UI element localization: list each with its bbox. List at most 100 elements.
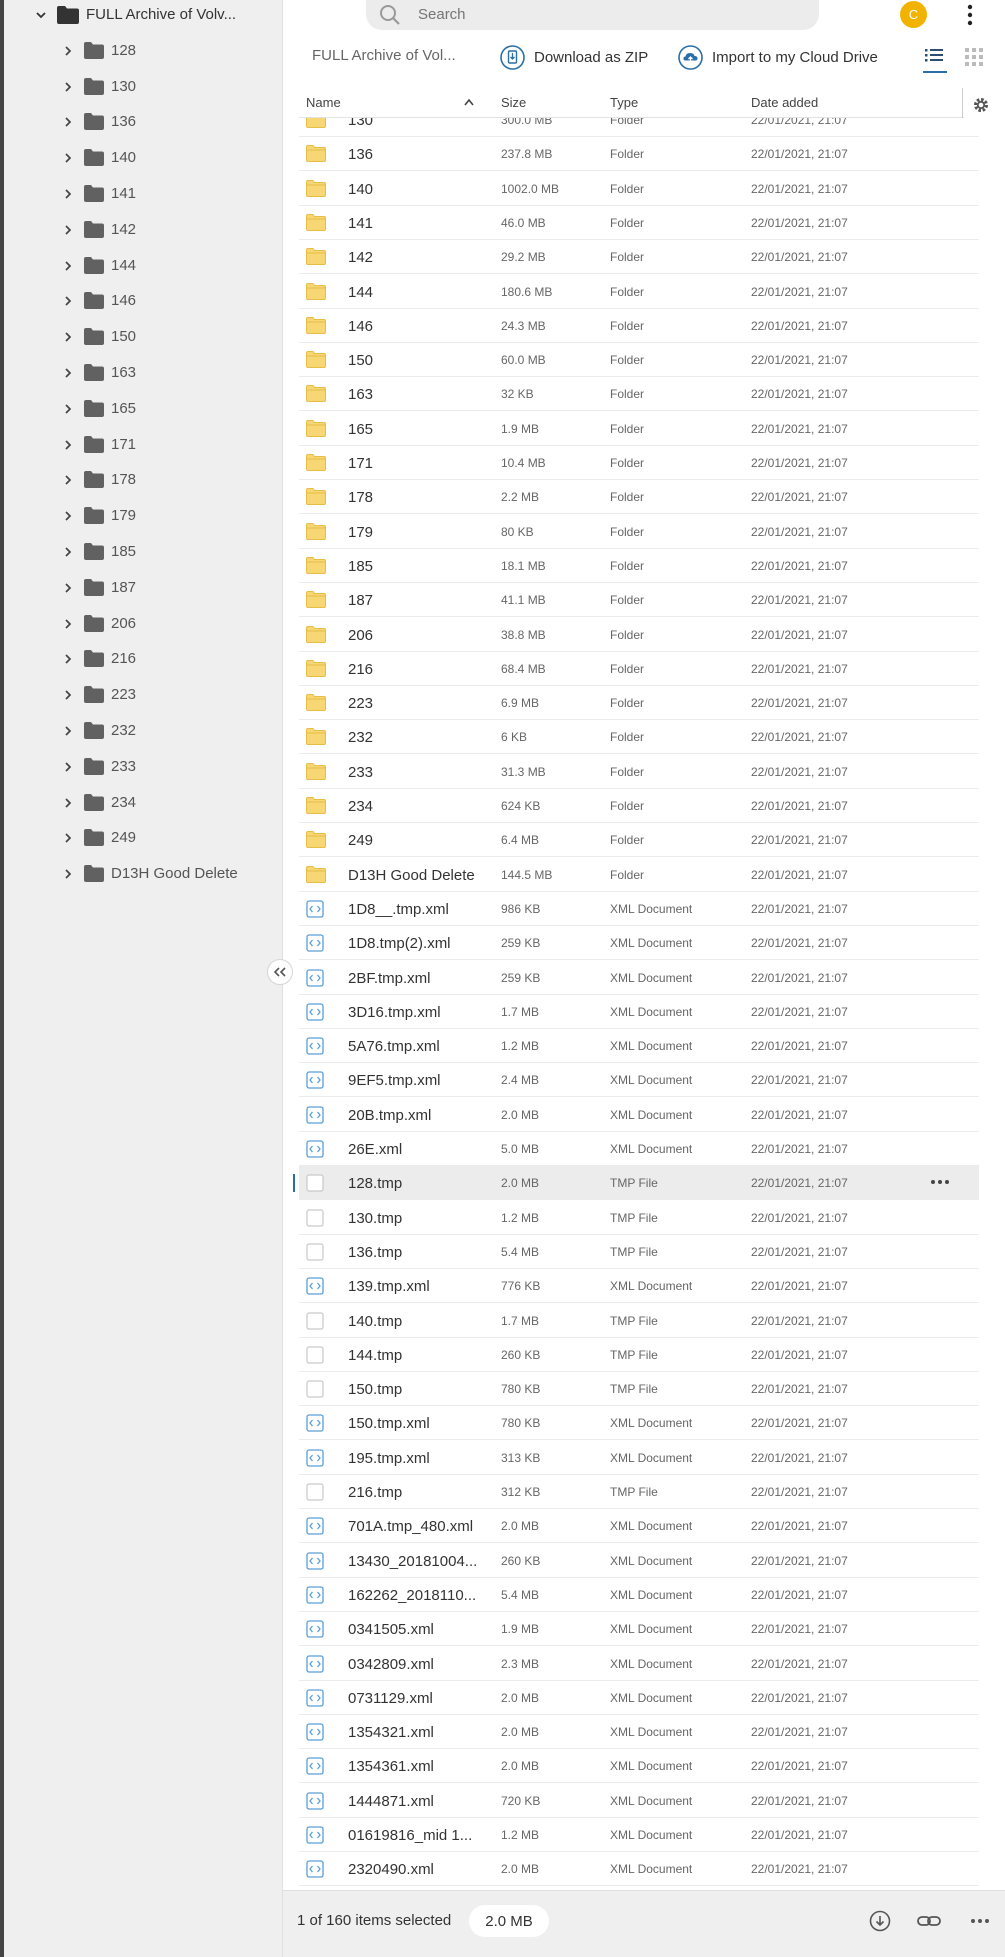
row-type: XML Document xyxy=(610,1039,693,1054)
table-row[interactable]: 185 18.1 MB Folder 22/01/2021, 21:07 xyxy=(299,549,979,583)
row-date: 22/01/2021, 21:07 xyxy=(751,1073,848,1088)
row-date: 22/01/2021, 21:07 xyxy=(751,558,848,573)
row-type: XML Document xyxy=(610,1793,693,1808)
table-row[interactable]: 146 24.3 MB Folder 22/01/2021, 21:07 xyxy=(299,309,979,343)
table-row[interactable]: 178 2.2 MB Folder 22/01/2021, 21:07 xyxy=(299,480,979,515)
table-row[interactable]: 0731129.xml 2.0 MB XML Document 22/01/2021,… xyxy=(299,1681,979,1715)
folder-icon xyxy=(306,179,326,197)
table-row[interactable]: 1D8__.tmp.xml 986 KB XML Document 22/01/202… xyxy=(299,892,979,926)
row-type: XML Document xyxy=(610,1725,693,1740)
table-row[interactable]: 187 41.1 MB Folder 22/01/2021, 21:07 xyxy=(299,583,979,618)
table-row[interactable]: 136 237.8 MB Folder 22/01/2021, 21:07 xyxy=(299,137,979,172)
collapse-sidebar-button[interactable] xyxy=(267,959,293,985)
table-row[interactable]: 2BF.tmp.xml 259 KB XML Document 22/01/2021,… xyxy=(299,961,979,995)
download-icon[interactable] xyxy=(867,1909,893,1933)
table-row[interactable]: 139.tmp.xml 776 KB XML Document 22/01/2021,… xyxy=(299,1269,979,1304)
table-row[interactable]: D13H Good Delete 144.5 MB Folder 22/01/2021… xyxy=(299,858,979,892)
table-row[interactable]: 233 31.3 MB Folder 22/01/2021, 21:07 xyxy=(299,755,979,789)
table-row[interactable]: 249 6.4 MB Folder 22/01/2021, 21:07 xyxy=(299,823,979,858)
xml-file-icon xyxy=(306,1449,324,1467)
table-row[interactable]: 216.tmp 312 KB TMP File 22/01/2021, 21:07 xyxy=(299,1475,979,1509)
column-settings-gear-icon[interactable] xyxy=(972,96,990,114)
row-date: 22/01/2021, 21:07 xyxy=(751,490,848,505)
table-row[interactable]: 171 10.4 MB Folder 22/01/2021, 21:07 xyxy=(299,446,979,480)
folder-icon xyxy=(306,556,326,574)
row-date: 22/01/2021, 21:07 xyxy=(751,250,848,265)
table-row[interactable]: 195.tmp.xml 313 KB XML Document 22/01/2021,… xyxy=(299,1441,979,1475)
row-name: 0341505.xml xyxy=(348,1621,434,1639)
table-row[interactable]: 9EF5.tmp.xml 2.4 MB XML Document 22/01/2021… xyxy=(299,1063,979,1098)
table-row[interactable]: 1444871.xml 720 KB XML Document 22/01/2021,… xyxy=(299,1784,979,1818)
table-row[interactable]: 179 80 KB Folder 22/01/2021, 21:07 xyxy=(299,515,979,549)
table-row[interactable]: 2320490.xml 2.0 MB XML Document 22/01/2021,… xyxy=(299,1852,979,1887)
table-row[interactable]: 128.tmp 2.0 MB TMP File 22/01/2021, 21:07 xyxy=(293,1166,979,1201)
row-name: 232 xyxy=(348,729,374,747)
file-icon xyxy=(306,1380,324,1398)
sort-ascending-icon[interactable] xyxy=(464,98,474,106)
table-row[interactable]: 141 46.0 MB Folder 22/01/2021, 21:07 xyxy=(299,206,979,240)
row-name: 0731129.xml xyxy=(348,1689,433,1707)
table-row[interactable]: 216 68.4 MB Folder 22/01/2021, 21:07 xyxy=(299,652,979,686)
row-name: 223 xyxy=(348,695,374,713)
table-row[interactable]: 150.tmp.xml 780 KB XML Document 22/01/2021,… xyxy=(299,1406,979,1441)
row-type: TMP File xyxy=(610,1485,658,1499)
row-date: 22/01/2021, 21:07 xyxy=(751,627,848,642)
row-size: 24.3 MB xyxy=(501,318,546,333)
table-row[interactable]: 162262_2018110... 5.4 MB XML Document 22/01… xyxy=(299,1578,979,1612)
table-row[interactable]: 0341505.xml 1.9 MB XML Document 22/01/2021,… xyxy=(299,1612,979,1647)
table-row[interactable]: 144 180.6 MB Folder 22/01/2021, 21:07 xyxy=(299,275,979,309)
column-name-header[interactable]: Name xyxy=(306,95,341,110)
row-name: 234 xyxy=(348,798,374,815)
row-size: 32 KB xyxy=(501,387,534,402)
column-type-header[interactable]: Type xyxy=(610,95,638,110)
row-date: 22/01/2021, 21:07 xyxy=(751,1382,848,1397)
table-row[interactable]: 701A.tmp_480.xml 2.0 MB XML Document 22/01/… xyxy=(299,1509,979,1544)
table-row[interactable]: 223 6.9 MB Folder 22/01/2021, 21:07 xyxy=(299,686,979,721)
table-row[interactable]: 13430_20181004... 260 KB XML Document 22/01… xyxy=(299,1544,979,1578)
table-row[interactable]: 20B.tmp.xml 2.0 MB XML Document 22/01/2021,… xyxy=(299,1098,979,1132)
link-icon[interactable] xyxy=(916,1909,942,1933)
row-date: 22/01/2021, 21:07 xyxy=(751,1450,848,1465)
xml-file-icon xyxy=(306,1826,324,1844)
column-size-header[interactable]: Size xyxy=(501,95,526,110)
table-row[interactable]: 163 32 KB Folder 22/01/2021, 21:07 xyxy=(299,377,979,412)
xml-file-icon xyxy=(306,1792,324,1810)
file-icon xyxy=(306,1346,324,1364)
table-row[interactable]: 1354321.xml 2.0 MB XML Document 22/01/2021,… xyxy=(299,1715,979,1750)
row-name: 26E.xml xyxy=(348,1141,403,1158)
table-row[interactable]: 206 38.8 MB Folder 22/01/2021, 21:07 xyxy=(299,618,979,652)
table-row[interactable]: 1354361.xml 2.0 MB XML Document 22/01/2021,… xyxy=(299,1749,979,1784)
table-row[interactable]: 1D8.tmp(2).xml 259 KB XML Document 22/01/20… xyxy=(299,926,979,961)
row-size: 5.4 MB xyxy=(501,1244,540,1259)
row-type: Folder xyxy=(610,799,645,813)
row-date: 22/01/2021, 21:07 xyxy=(751,1587,848,1602)
table-row[interactable]: 165 1.9 MB Folder 22/01/2021, 21:07 xyxy=(299,412,979,446)
table-row[interactable]: 26E.xml 5.0 MB XML Document 22/01/2021, 21:… xyxy=(299,1132,979,1166)
table-row[interactable]: 136.tmp 5.4 MB TMP File 22/01/2021, 21:07 xyxy=(299,1235,979,1269)
row-name: 01619816_mid 1... xyxy=(348,1827,473,1844)
table-row[interactable]: 5A76.tmp.xml 1.2 MB XML Document 22/01/2021… xyxy=(299,1029,979,1064)
row-date: 22/01/2021, 21:07 xyxy=(751,1759,848,1774)
table-row[interactable]: 3D16.tmp.xml 1.7 MB XML Document 22/01/2021… xyxy=(299,995,979,1029)
row-date: 22/01/2021, 21:07 xyxy=(751,901,848,916)
row-size: 1.2 MB xyxy=(501,1210,540,1225)
row-name: 1444871.xml xyxy=(348,1792,434,1810)
table-row[interactable]: 140 1002.0 MB Folder 22/01/2021, 21:07 xyxy=(299,172,979,206)
table-row[interactable]: 232 6 KB Folder 22/01/2021, 21:07 xyxy=(299,720,979,755)
table-row[interactable]: 150.tmp 780 KB TMP File 22/01/2021, 21:07 xyxy=(299,1372,979,1407)
row-size: 5.0 MB xyxy=(501,1142,540,1156)
column-date-header[interactable]: Date added xyxy=(751,95,818,110)
table-row[interactable]: 142 29.2 MB Folder 22/01/2021, 21:07 xyxy=(299,240,979,275)
xml-file-icon xyxy=(306,1277,324,1295)
table-row[interactable]: 150 60.0 MB Folder 22/01/2021, 21:07 xyxy=(299,343,979,378)
table-row[interactable]: 140.tmp 1.7 MB TMP File 22/01/2021, 21:07 xyxy=(299,1304,979,1338)
row-more-icon[interactable] xyxy=(929,1176,951,1188)
table-row[interactable]: 130.tmp 1.2 MB TMP File 22/01/2021, 21:07 xyxy=(299,1201,979,1235)
row-date: 22/01/2021, 21:07 xyxy=(751,1553,848,1568)
table-row[interactable]: 234 624 KB Folder 22/01/2021, 21:07 xyxy=(299,789,979,823)
row-size: 41.1 MB xyxy=(501,593,546,608)
table-row[interactable]: 01619816_mid 1... 1.2 MB XML Document 22/01… xyxy=(299,1818,979,1852)
more-options-icon[interactable] xyxy=(967,1909,993,1933)
table-row[interactable]: 0342809.xml 2.3 MB XML Document 22/01/2021,… xyxy=(299,1647,979,1681)
table-row[interactable]: 144.tmp 260 KB TMP File 22/01/2021, 21:07 xyxy=(299,1338,979,1372)
